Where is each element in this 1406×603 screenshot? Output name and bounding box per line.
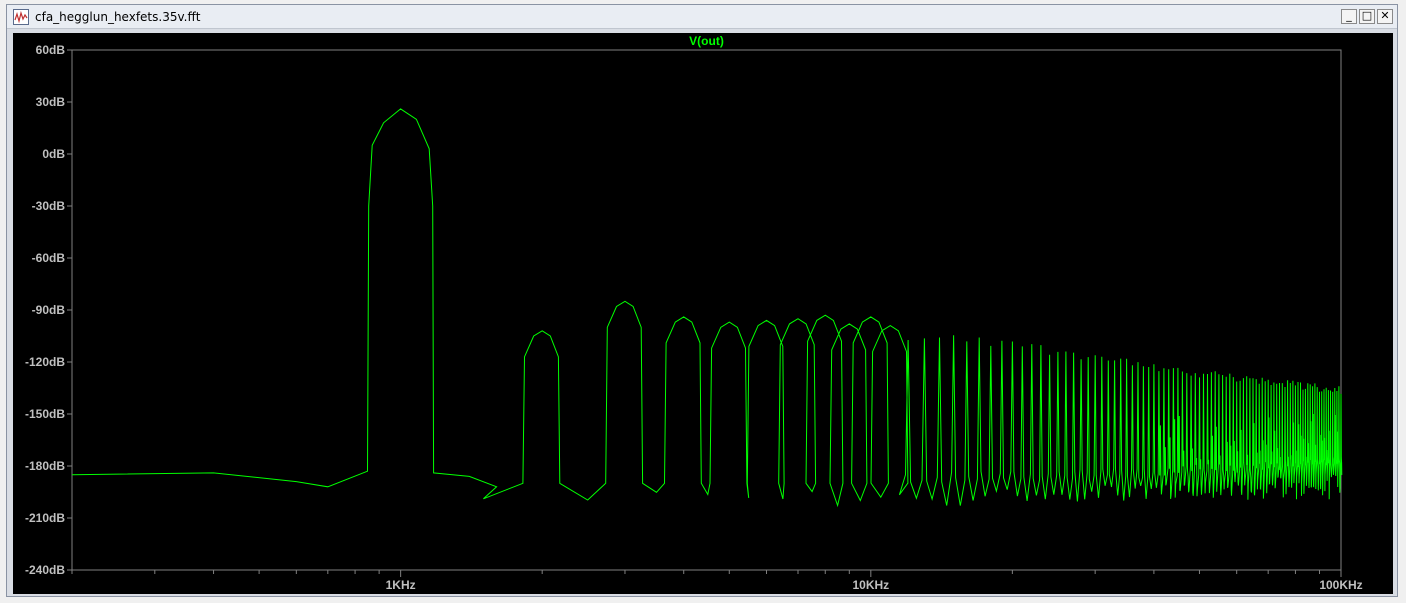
y-tick-label: 30dB [36,95,66,109]
y-tick-label: -60dB [32,251,66,265]
title-bar[interactable]: cfa_hegglun_hexfets.35v.fft _ □ ✕ [7,5,1397,29]
x-tick-label: 100KHz [1319,578,1362,592]
fft-window: cfa_hegglun_hexfets.35v.fft _ □ ✕ V(out)… [6,4,1398,597]
plot-area[interactable]: V(out) 60dB 30dB 0dB -30dB -60dB -90dB -120dB -1… [13,33,1393,594]
y-tick-label: -150dB [25,407,65,421]
y-tick-label: 0dB [42,147,65,161]
close-button[interactable]: ✕ [1377,9,1393,24]
window-title: cfa_hegglun_hexfets.35v.fft [35,10,201,24]
y-tick-label: -30dB [32,199,66,213]
y-tick-label: -90dB [32,303,66,317]
minimize-button[interactable]: _ [1341,9,1357,24]
y-tick-label: -120dB [25,355,65,369]
y-tick-label: -210dB [25,511,65,525]
series-line-vout [71,108,1343,508]
fft-plot[interactable]: V(out) 60dB 30dB 0dB -30dB -60dB -90dB -120dB -1… [13,33,1393,594]
waveform-icon [13,9,29,25]
y-tick-label: -240dB [25,563,65,577]
x-tick-label: 10KHz [852,578,889,592]
x-tick-label: 1KHz [386,578,416,592]
y-tick-label: -180dB [25,459,65,473]
chart-title: V(out) [689,34,724,48]
y-tick-label: 60dB [36,43,66,57]
maximize-button[interactable]: □ [1359,9,1375,24]
